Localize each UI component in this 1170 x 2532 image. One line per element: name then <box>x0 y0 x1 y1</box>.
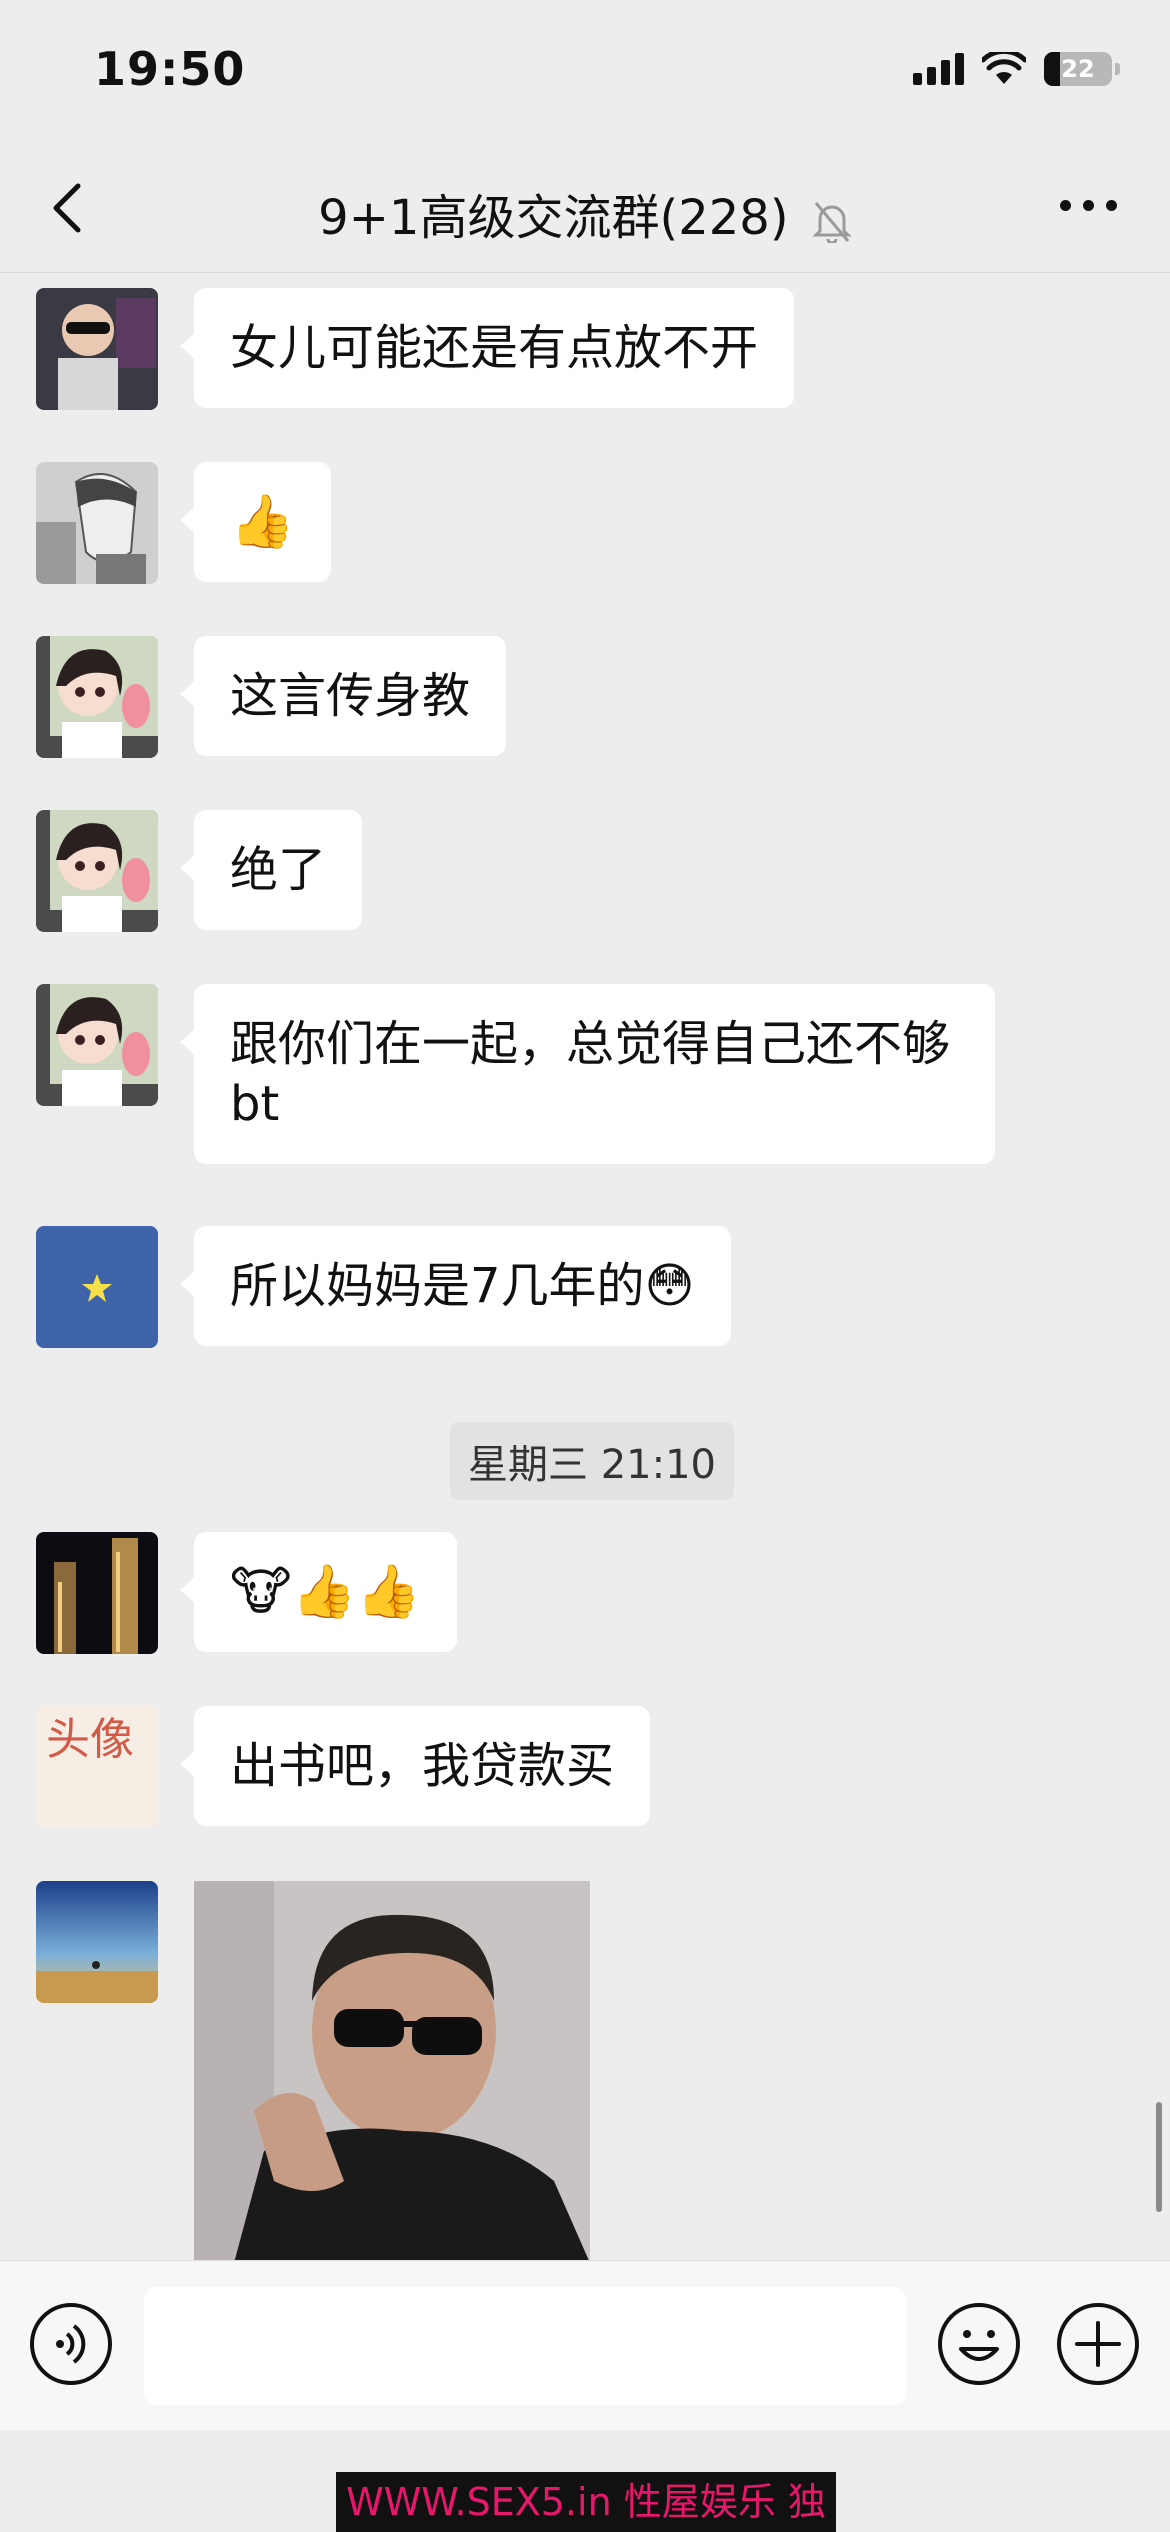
avatar[interactable] <box>36 636 158 758</box>
message-bubble[interactable]: 出书吧，我贷款买 <box>179 1706 651 1826</box>
avatar[interactable] <box>36 288 158 410</box>
avatar[interactable] <box>36 1226 158 1348</box>
cellular-signal-icon <box>913 53 964 85</box>
more-actions-button[interactable] <box>1057 2303 1139 2385</box>
scrollbar[interactable] <box>1156 2102 1162 2212</box>
message-row: 所以妈妈是7几年的😳 <box>36 1226 731 1348</box>
plus-icon <box>1075 2321 1121 2367</box>
message-bubble[interactable]: 绝了 <box>179 810 363 930</box>
emoji-button[interactable] <box>938 2303 1020 2385</box>
message-bubble[interactable]: 女儿可能还是有点放不开 <box>179 288 795 408</box>
smiley-icon <box>959 2330 999 2361</box>
time-divider: 星期三 21:10 <box>450 1422 734 1500</box>
avatar[interactable] <box>36 462 158 584</box>
nav-bar: 9+1高级交流群(228) <box>0 148 1170 273</box>
chat-area[interactable]: 女儿可能还是有点放不开 👍 这言传身教 绝了 跟你们在一起，总觉得自己还不够bt… <box>0 274 1170 2260</box>
watermark: WWW.SEX5.in 性屋娱乐 独家发布 <box>336 2472 836 2532</box>
mute-bell-icon <box>812 202 852 243</box>
message-bubble[interactable]: 🐮👍👍 <box>179 1532 458 1652</box>
message-row <box>36 1881 158 2003</box>
chat-title-text: 9+1高级交流群(228) <box>318 190 789 246</box>
status-bar: 19:50 22 <box>0 0 1170 148</box>
avatar[interactable] <box>36 1532 158 1654</box>
input-bar <box>0 2260 1170 2430</box>
status-icons: 22 <box>913 52 1120 86</box>
sticker-image[interactable] <box>194 1881 590 2260</box>
message-row: 👍 <box>36 462 331 584</box>
message-row: 女儿可能还是有点放不开 <box>36 288 795 410</box>
avatar[interactable]: 头像 <box>36 1706 158 1828</box>
avatar[interactable] <box>36 1881 158 2003</box>
message-row: 这言传身教 <box>36 636 507 758</box>
message-bubble[interactable]: 👍 <box>180 462 331 582</box>
message-bubble[interactable]: 跟你们在一起，总觉得自己还不够bt <box>180 984 995 1164</box>
avatar[interactable] <box>36 810 158 932</box>
voice-icon <box>56 2324 86 2364</box>
message-row: 头像 出书吧，我贷款买 <box>36 1706 651 1828</box>
wifi-icon <box>982 52 1026 84</box>
chat-title: 9+1高级交流群(228) <box>0 178 1170 248</box>
message-bubble[interactable]: 这言传身教 <box>179 636 507 756</box>
avatar-placeholder-text: 头像 <box>46 1714 134 1765</box>
message-row: 跟你们在一起，总觉得自己还不够bt <box>36 984 995 1164</box>
battery-level: 22 <box>1061 55 1095 83</box>
voice-input-button[interactable] <box>30 2303 112 2385</box>
more-options-button[interactable] <box>1060 190 1130 220</box>
message-row: 🐮👍👍 <box>36 1532 458 1654</box>
message-row: 绝了 <box>36 810 363 932</box>
avatar[interactable] <box>36 984 158 1106</box>
message-bubble[interactable]: 所以妈妈是7几年的😳 <box>180 1226 731 1346</box>
battery-icon: 22 <box>1044 52 1120 86</box>
status-time: 19:50 <box>94 42 246 96</box>
message-input[interactable] <box>144 2287 906 2405</box>
